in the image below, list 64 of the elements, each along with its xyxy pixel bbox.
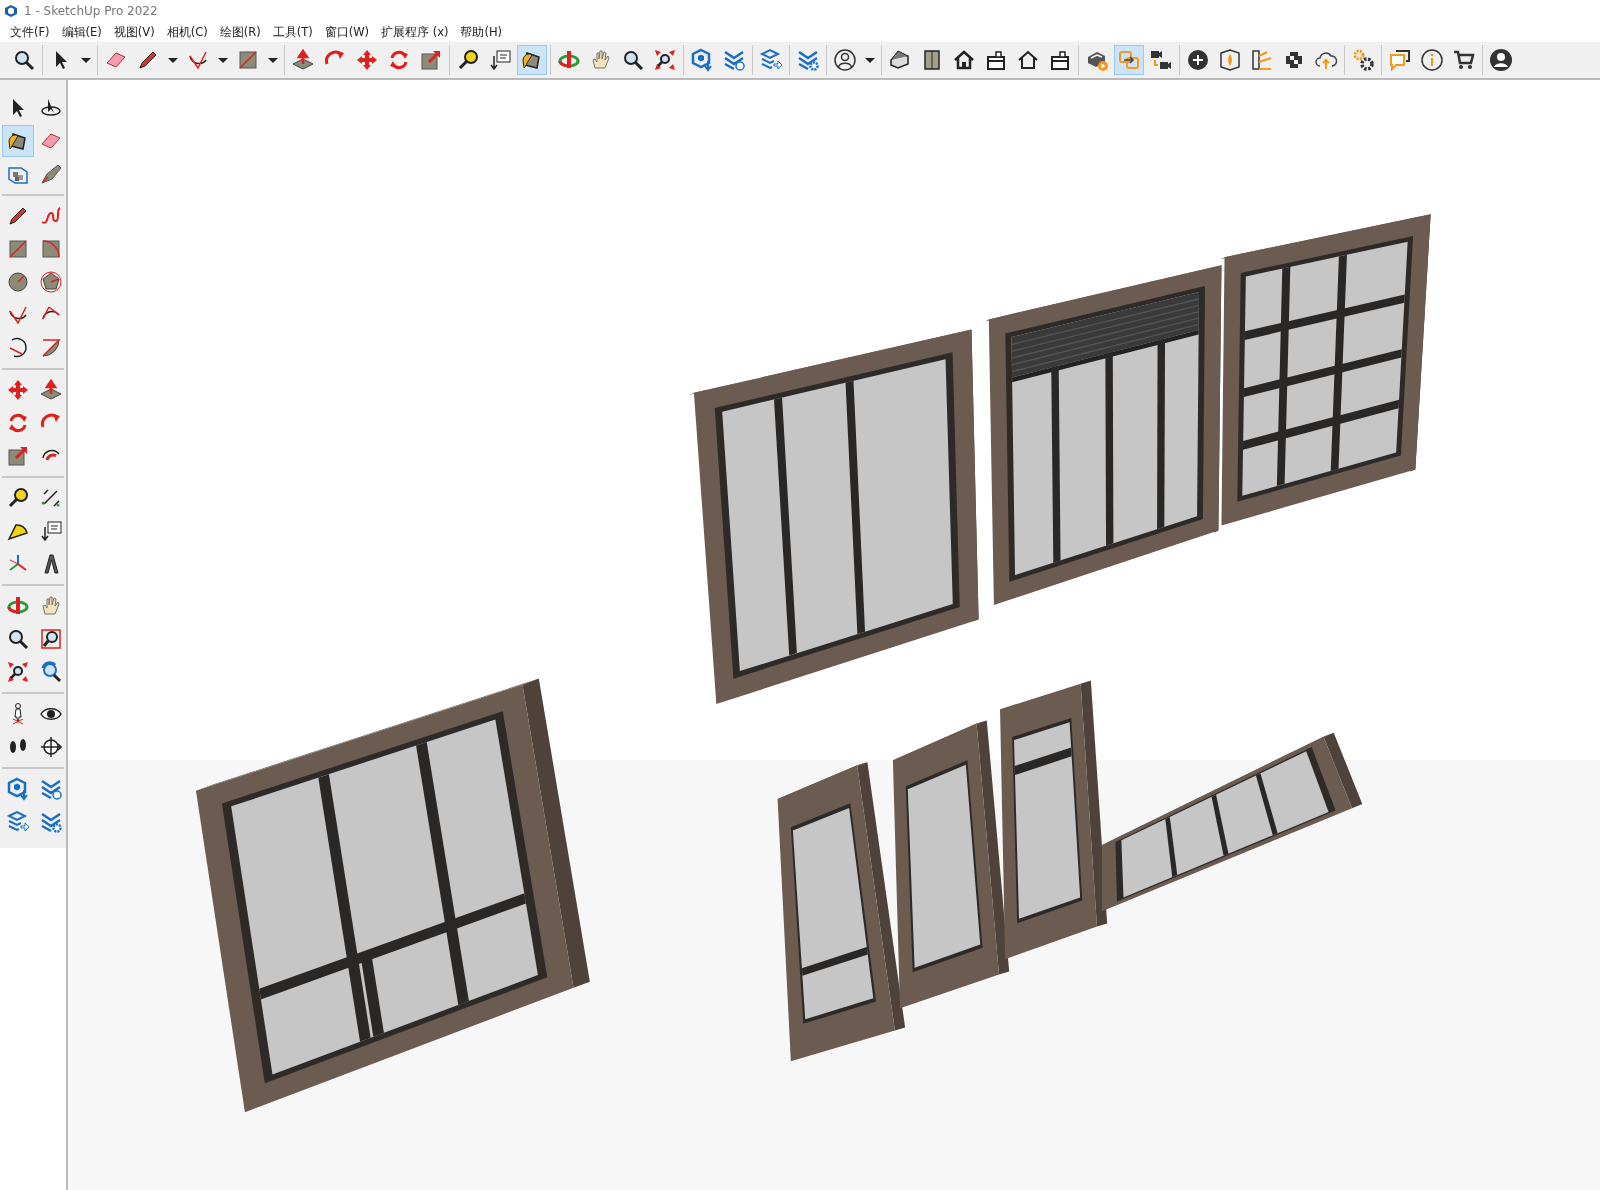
- rotate-icon: [6, 411, 30, 435]
- position-camera-icon: [39, 735, 63, 759]
- push-pull-icon: [291, 48, 315, 72]
- magnifier-icon: [6, 627, 30, 651]
- scale-icon: [6, 444, 30, 468]
- gears-icon: [1351, 48, 1375, 72]
- tag-icon: [39, 162, 63, 186]
- swap-icon: [1117, 48, 1141, 72]
- label-icon: [488, 48, 512, 72]
- avatar-icon: [1489, 48, 1513, 72]
- layers-icon: [759, 48, 783, 72]
- chat-icon: [1388, 48, 1412, 72]
- rectangle-icon: [6, 237, 30, 261]
- zoom-window-icon: [39, 627, 63, 651]
- menu-item[interactable]: 帮助(H): [454, 24, 509, 40]
- circle-icon: [6, 270, 30, 294]
- menu-item[interactable]: 文件(F): [4, 24, 56, 40]
- tape-measure-icon: [6, 486, 30, 510]
- section-plane-icon: [1218, 48, 1242, 72]
- menu-item[interactable]: 编辑(E): [55, 24, 108, 40]
- extension-icon: [722, 48, 746, 72]
- swatches-icon: [1250, 48, 1274, 72]
- extension-settings-icon: [796, 48, 820, 72]
- extension-icon: [39, 777, 63, 801]
- plus-icon: [1186, 48, 1210, 72]
- house-icon: [1016, 48, 1040, 72]
- extension-settings-icon: [39, 810, 63, 834]
- rectangle-icon: [39, 237, 63, 261]
- layers-icon: [6, 810, 30, 834]
- video-camera-icon: [1149, 48, 1173, 72]
- magnifier-icon: [621, 48, 645, 72]
- scale-icon: [419, 48, 443, 72]
- rotate-icon: [387, 48, 411, 72]
- menu-item[interactable]: 绘图(R): [213, 24, 267, 40]
- house-icon: [952, 48, 976, 72]
- polygon-icon: [39, 270, 63, 294]
- box-icon: [1048, 48, 1072, 72]
- magnifier-icon: [12, 48, 36, 72]
- move-icon: [355, 48, 379, 72]
- cart-icon: [1452, 48, 1476, 72]
- box-icon: [984, 48, 1008, 72]
- info-icon: [1420, 48, 1444, 72]
- tape-measure-icon: [456, 48, 480, 72]
- menu-item[interactable]: 相机(C): [160, 24, 214, 40]
- menu-item[interactable]: 窗口(W): [318, 24, 376, 40]
- menu-item[interactable]: 视图(V): [107, 24, 161, 40]
- push-pull-icon: [39, 378, 63, 402]
- tool-button[interactable]: [2, 125, 34, 157]
- zoom-extents-icon: [6, 660, 30, 684]
- window-title: 1 - SketchUp Pro 2022: [24, 4, 158, 18]
- pie-icon: [39, 336, 63, 360]
- zoom-extents-icon: [653, 48, 677, 72]
- menu-item[interactable]: 工具(T): [266, 24, 319, 40]
- zoom-previous-icon: [39, 660, 63, 684]
- label-icon: [39, 519, 63, 543]
- rectangle-icon: [236, 48, 260, 72]
- user-icon: [833, 48, 857, 72]
- house-icon: [888, 48, 912, 72]
- app-logo-icon: [4, 4, 18, 18]
- move-icon: [6, 378, 30, 402]
- menu-item[interactable]: 扩展程序 (x): [375, 24, 455, 40]
- cube-download-icon: [690, 48, 714, 72]
- cube-download-icon: [6, 777, 30, 801]
- tool-button[interactable]: [517, 45, 547, 75]
